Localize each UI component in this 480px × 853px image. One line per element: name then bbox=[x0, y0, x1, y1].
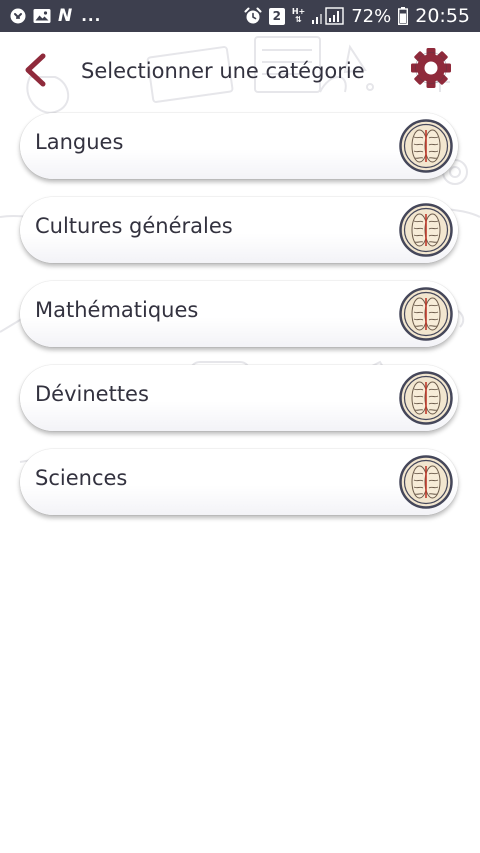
more-notifications: ... bbox=[81, 7, 102, 25]
sim-badge: 2 bbox=[268, 7, 285, 25]
category-label: Langues bbox=[35, 130, 124, 154]
category-item-devinettes[interactable]: Dévinettes bbox=[20, 365, 458, 431]
page-title: Selectionner une catégorie bbox=[81, 59, 365, 83]
settings-button[interactable] bbox=[408, 45, 454, 91]
n-app-icon: N bbox=[58, 6, 73, 26]
chevron-left-icon bbox=[25, 53, 46, 87]
category-item-sciences[interactable]: Sciences bbox=[20, 449, 458, 515]
gear-icon bbox=[411, 48, 451, 88]
status-bar: N ... 2 H+ ⇅ 72% 20:55 bbox=[0, 0, 480, 32]
clock: 20:55 bbox=[415, 5, 470, 27]
back-button[interactable] bbox=[18, 51, 52, 89]
alarm-clock-icon bbox=[244, 7, 262, 25]
brain-icon bbox=[399, 455, 453, 509]
category-item-mathematiques[interactable]: Mathématiques bbox=[20, 281, 458, 347]
brain-icon bbox=[399, 203, 453, 257]
battery-percent: 72% bbox=[351, 5, 392, 27]
brain-icon bbox=[399, 119, 453, 173]
category-label: Sciences bbox=[35, 466, 128, 490]
category-item-cultures-generales[interactable]: Cultures générales bbox=[20, 197, 458, 263]
category-item-langues[interactable]: Langues bbox=[20, 113, 458, 179]
signal-strength-icon bbox=[312, 7, 344, 25]
brain-icon bbox=[399, 371, 453, 425]
category-label: Dévinettes bbox=[35, 382, 149, 406]
category-label: Cultures générales bbox=[35, 214, 233, 238]
settings-notification-icon bbox=[10, 8, 26, 24]
network-type-icon: H+ ⇅ bbox=[291, 7, 306, 24]
brain-icon bbox=[399, 287, 453, 341]
category-label: Mathématiques bbox=[35, 298, 199, 322]
image-notification-icon bbox=[33, 8, 51, 24]
battery-icon bbox=[398, 7, 409, 25]
